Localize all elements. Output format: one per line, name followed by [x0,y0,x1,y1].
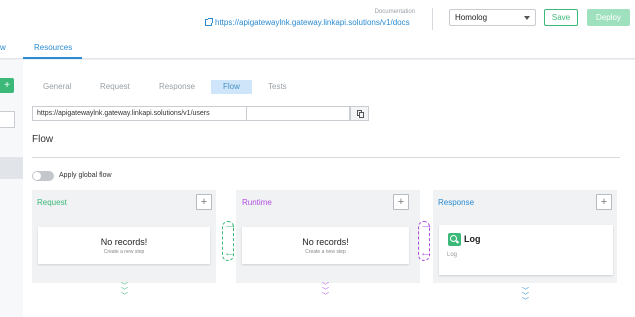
arrow-right-icon: ⟶ [226,224,235,230]
tab-resources[interactable]: Resources [34,43,72,52]
chevron-down-icon [524,16,530,20]
environment-select[interactable]: Homolog [449,9,536,26]
response-column-title: Response [438,198,475,207]
add-response-step-button[interactable]: + [596,194,612,210]
flow-section-title: Flow [32,134,54,145]
arrow-left-icon: ⟵ [422,252,431,258]
add-resource-button[interactable]: + [0,78,14,93]
documentation-caption: Documentation [374,9,415,15]
runtime-empty-card: No records! Create a new step [242,227,409,264]
main-tabs: w Resources [0,38,635,59]
add-request-step-button[interactable]: + [196,194,212,210]
documentation-link[interactable]: https://apigatewaylnk.gateway.linkapi.so… [205,18,410,27]
request-runtime-connector: ⟶ ⟵ [222,221,235,261]
request-empty-subtitle: Create a new step [103,249,145,255]
response-chevrons-down-icon: ﹀ ﹀ ﹀ [522,288,529,305]
copy-icon-front [359,112,364,118]
tab-flow[interactable]: Flow [211,80,252,94]
toggle-knob [33,172,41,180]
top-header: Documentation https://apigatewaylnk.gate… [0,0,635,38]
runtime-empty-title: No records! [302,237,349,247]
left-sidebar [0,60,23,317]
request-empty-card: No records! Create a new step [38,227,210,264]
runtime-chevrons-down-icon: ﹀ ﹀ ﹀ [322,283,329,300]
active-tab-indicator [23,57,82,59]
arrow-right-icon: ⟶ [422,224,431,230]
resource-search-input[interactable] [0,111,15,128]
header-divider [432,8,433,30]
runtime-column-title: Runtime [242,198,272,207]
log-step-title: Log [464,234,481,244]
deploy-button[interactable]: Deploy [587,9,630,26]
request-column-title: Request [37,198,67,207]
tab-request[interactable]: Request [100,80,130,94]
endpoint-url-suffix-field[interactable] [246,106,350,121]
log-step-subtitle: Log [447,252,458,258]
tab-partial-left[interactable]: w [0,43,6,52]
add-runtime-step-button[interactable]: + [393,194,409,210]
selected-resource-item[interactable] [0,157,23,179]
external-link-icon [205,18,213,26]
save-button[interactable]: Save [544,9,578,26]
runtime-empty-subtitle: Create a new step [305,249,346,255]
tab-general[interactable]: General [43,80,71,94]
runtime-response-connector: ⟶ ⟵ [418,221,431,261]
request-empty-title: No records! [100,237,148,247]
request-chevrons-down-icon: ﹀ ﹀ ﹀ [121,283,128,300]
arrow-left-icon: ⟵ [226,252,235,258]
tab-response[interactable]: Response [159,80,195,94]
global-flow-label: Apply global flow [59,172,112,179]
environment-value: Homolog [455,13,488,22]
copy-url-button[interactable] [350,106,369,121]
section-divider [32,157,620,158]
endpoint-url-field[interactable]: https://apigatewaylnk.gateway.linkapi.so… [32,106,246,121]
log-step-card[interactable]: Log Log [439,225,613,275]
search-icon [448,233,461,246]
global-flow-toggle[interactable] [32,171,54,181]
tab-tests[interactable]: Tests [268,80,287,94]
documentation-url[interactable]: https://apigatewaylnk.gateway.linkapi.so… [215,18,410,27]
